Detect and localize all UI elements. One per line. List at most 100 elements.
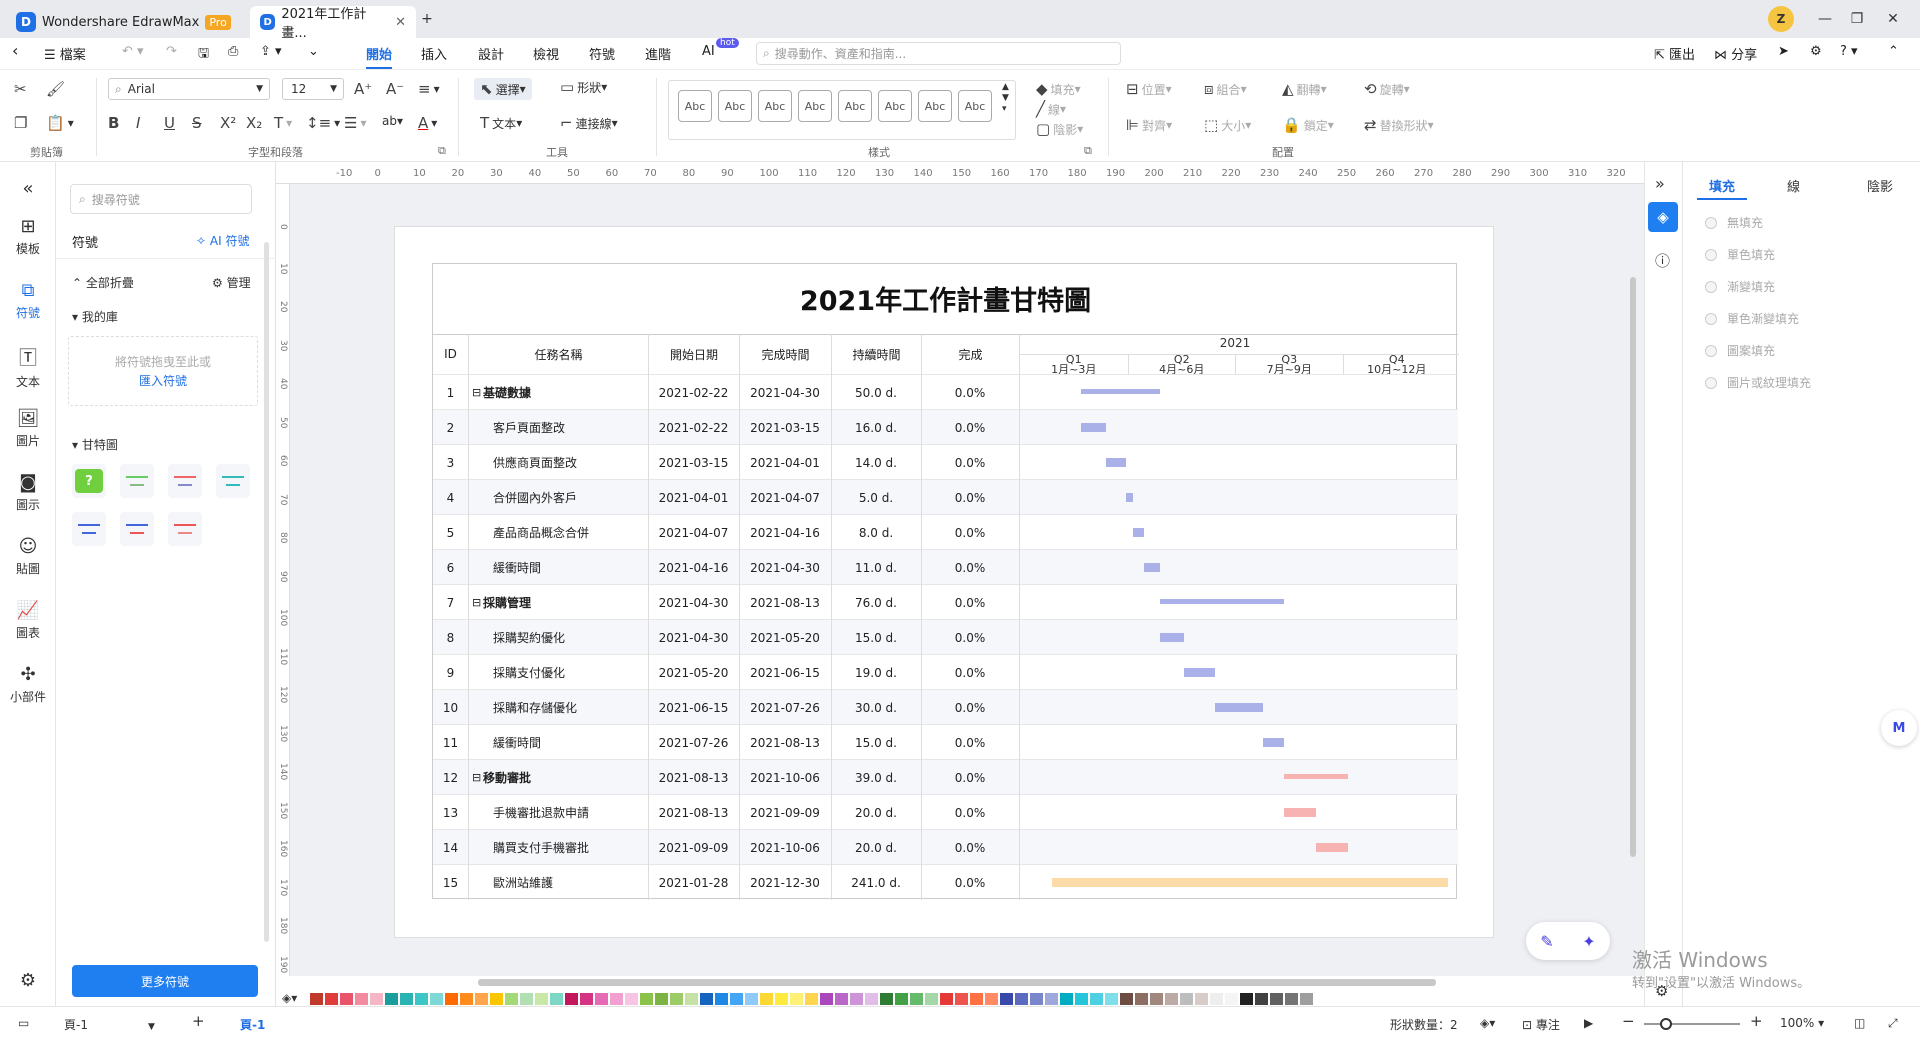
gantt-bar[interactable] [1315, 843, 1348, 852]
bold-icon[interactable]: B [108, 114, 122, 132]
line-spacing-icon[interactable]: ↕≡ ▾ [306, 114, 340, 132]
format-painter-icon[interactable]: 🖌 [46, 80, 68, 98]
layers-icon[interactable]: ◈▾ [1480, 1016, 1495, 1030]
color-swatch[interactable] [1150, 993, 1163, 1005]
table-row[interactable]: 8 採購契約優化 2021-04-30 2021-05-20 15.0 d. 0.0% [433, 619, 1458, 654]
style-option-1[interactable]: Abc [678, 90, 712, 122]
color-swatch[interactable] [490, 993, 503, 1005]
gantt-bar[interactable] [1284, 774, 1348, 779]
style-option-8[interactable]: Abc [958, 90, 992, 122]
gantt-bar[interactable] [1051, 878, 1448, 887]
color-swatch[interactable] [1000, 993, 1013, 1005]
gantt-bar[interactable] [1262, 738, 1285, 747]
fill-option-solid[interactable]: 單色填充 [1705, 246, 1775, 263]
color-swatch[interactable] [655, 993, 668, 1005]
color-swatch[interactable] [580, 993, 593, 1005]
ai-sparkle-icon[interactable]: ✦ [1582, 932, 1595, 951]
color-swatch[interactable] [1120, 993, 1133, 1005]
cut-icon[interactable]: ✂ [14, 80, 30, 98]
color-swatch[interactable] [745, 993, 758, 1005]
color-swatch[interactable] [1030, 993, 1043, 1005]
drop-zone[interactable]: 將符號拖曳至此或 匯入符號 [68, 336, 258, 406]
color-swatch[interactable] [1240, 993, 1253, 1005]
fill-option-image[interactable]: 圖片或紋理填充 [1705, 374, 1811, 391]
table-row[interactable]: 10 採購和存儲優化 2021-06-15 2021-07-26 30.0 d. 0.0% [433, 689, 1458, 724]
nav-widgets[interactable]: ✣ 小部件 [0, 664, 56, 705]
more-icon[interactable]: ⌄ [308, 44, 319, 59]
strikethrough-icon[interactable]: S [192, 114, 205, 132]
color-swatch[interactable] [370, 993, 383, 1005]
symbol-search-input[interactable]: ⌕ 搜尋符號 [70, 184, 252, 214]
group-button[interactable]: ⧈ 組合 ▾ [1204, 80, 1247, 98]
text-style-icon[interactable]: T ▾ [274, 114, 292, 132]
zoom-level[interactable]: 100% ▾ [1780, 1016, 1824, 1030]
color-swatch[interactable] [520, 993, 533, 1005]
color-swatch[interactable] [700, 993, 713, 1005]
color-swatch[interactable] [610, 993, 623, 1005]
zoom-out-icon[interactable]: − [1622, 1012, 1635, 1030]
restore-icon[interactable]: ❐ [1842, 8, 1872, 30]
settings-bottom-icon[interactable]: ⚙ [0, 970, 56, 994]
color-swatch[interactable] [985, 993, 998, 1005]
menu-symbols[interactable]: 符號 [589, 44, 615, 63]
gantt-bar[interactable] [1160, 633, 1184, 642]
font-dialog-icon[interactable]: ⧉ [438, 144, 446, 158]
ai-brush-icon[interactable]: ✎ [1540, 932, 1553, 951]
position-button[interactable]: ⊟ 位置 ▾ [1126, 80, 1172, 98]
table-row[interactable]: 7 ⊟ 採購管理 2021-04-30 2021-08-13 76.0 d. 0.0% [433, 584, 1458, 619]
canvas-vertical-scrollbar[interactable] [1630, 277, 1636, 857]
color-swatch[interactable] [340, 993, 353, 1005]
table-row[interactable]: 5 產品商品概念合併 2021-04-07 2021-04-16 8.0 d. 0.0% [433, 514, 1458, 549]
publish-icon[interactable]: ➤ [1778, 44, 1789, 59]
panel-scrollbar[interactable] [264, 242, 269, 942]
canvas-horizontal-scrollbar[interactable] [478, 979, 1436, 986]
gantt-chart[interactable]: 2021年工作計畫甘特圖 ID 任務名稱 開始日期 完成時間 持續時間 完成 2… [432, 263, 1459, 900]
flip-button[interactable]: ◭ 翻轉 ▾ [1282, 80, 1327, 98]
gantt-bar[interactable] [1081, 389, 1161, 394]
color-swatch[interactable] [820, 993, 833, 1005]
gantt-symbol-4[interactable] [216, 464, 250, 498]
gantt-bar[interactable] [1160, 599, 1285, 604]
back-icon[interactable]: ‹ [12, 41, 18, 60]
style-option-5[interactable]: Abc [838, 90, 872, 122]
nav-charts[interactable]: 📈 圖表 [0, 600, 56, 641]
menu-view[interactable]: 檢視 [533, 44, 559, 63]
undo-icon[interactable]: ↶ ▾ [122, 44, 144, 59]
my-library-section[interactable]: ▾ 我的庫 [72, 308, 118, 325]
nav-templates[interactable]: ⊞ 模板 [0, 216, 56, 257]
manage-button[interactable]: ⚙ 管理 [212, 274, 251, 291]
bullet-list-icon[interactable]: ☰ ▾ [344, 114, 366, 132]
replace-shape-button[interactable]: ⇄ 替換形狀 ▾ [1364, 116, 1434, 134]
fill-option-single-gradient[interactable]: 單色漸變填充 [1705, 310, 1799, 327]
style-option-2[interactable]: Abc [718, 90, 752, 122]
color-swatch[interactable] [505, 993, 518, 1005]
gantt-symbol-2[interactable] [120, 464, 154, 498]
close-window-icon[interactable]: ✕ [1878, 8, 1908, 30]
add-page-icon[interactable]: + [192, 1012, 205, 1030]
color-swatch[interactable] [415, 993, 428, 1005]
gantt-bar[interactable] [1183, 668, 1215, 677]
color-swatch[interactable] [925, 993, 938, 1005]
search-input[interactable]: ⌕ 搜尋動作、資產和指南... [756, 42, 1121, 65]
collapse-ribbon-icon[interactable]: ⌃ [1888, 44, 1899, 59]
color-swatch[interactable] [670, 993, 683, 1005]
select-tool[interactable]: ⬉ 選擇 ▾ [474, 78, 532, 100]
color-swatch[interactable] [1180, 993, 1193, 1005]
redo-icon[interactable]: ↷ [166, 44, 177, 59]
shadow-button[interactable]: ▢ 陰影 ▾ [1036, 120, 1083, 138]
zoom-in-icon[interactable]: + [1750, 1012, 1763, 1030]
table-row[interactable]: 11 緩衝時間 2021-07-26 2021-08-13 15.0 d. 0.0% [433, 724, 1458, 759]
text-case-icon[interactable]: ab ▾ [382, 114, 403, 128]
size-button[interactable]: ⬚ 大小 ▾ [1204, 116, 1251, 134]
color-swatch[interactable] [1135, 993, 1148, 1005]
help-circle-icon[interactable]: ⓘ [1655, 250, 1670, 271]
fit-page-icon[interactable]: ◫ [1854, 1016, 1865, 1030]
nav-icons[interactable]: ◙ 圖示 [0, 472, 56, 513]
increase-font-icon[interactable]: A⁺ [354, 80, 375, 98]
share-button[interactable]: ⋈ 分享 [1714, 44, 1757, 63]
color-swatch[interactable] [1210, 993, 1223, 1005]
color-swatch[interactable] [385, 993, 398, 1005]
color-swatch[interactable] [625, 993, 638, 1005]
subscript-icon[interactable]: X₂ [246, 114, 265, 132]
nav-images[interactable]: 🖼 圖片 [0, 408, 56, 449]
